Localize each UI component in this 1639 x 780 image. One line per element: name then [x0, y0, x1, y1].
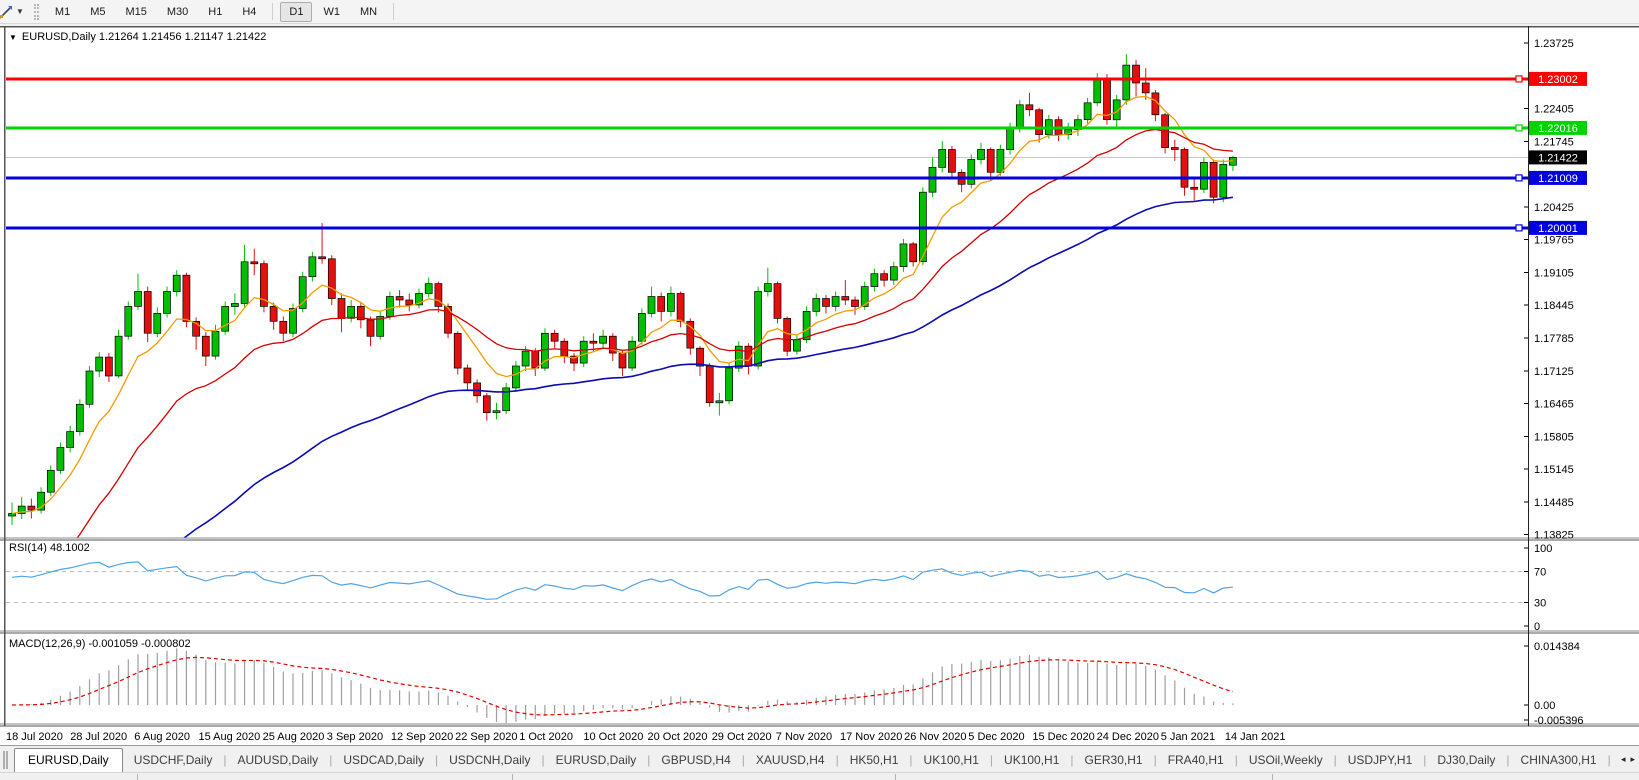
- svg-text:1.19765: 1.19765: [1534, 235, 1574, 247]
- tab-scroll-left-icon[interactable]: ◂: [1621, 754, 1626, 764]
- svg-text:1.17125: 1.17125: [1534, 366, 1574, 378]
- timeframe-buttons: M1M5M15M30H1H4 D1W1MN: [45, 2, 400, 22]
- date-label: 14 Jan 2021: [1225, 731, 1286, 743]
- statusbar-divider: [512, 774, 513, 780]
- date-label: 20 Oct 2020: [648, 731, 708, 743]
- date-label: 1 Oct 2020: [519, 731, 573, 743]
- timeframe-button-d1[interactable]: D1: [280, 2, 312, 22]
- svg-text:30: 30: [1534, 598, 1546, 610]
- date-label: 29 Oct 2020: [712, 731, 772, 743]
- chart-tab-usdjpy-h1[interactable]: USDJPY,H1: [1337, 749, 1423, 772]
- chart-tab-gbpusd-h4[interactable]: GBPUSD,H4: [650, 749, 741, 772]
- chart-tab-xauusd-h4[interactable]: XAUUSD,H4: [745, 749, 836, 772]
- svg-text:1.21745: 1.21745: [1534, 136, 1574, 148]
- line-styles-icon[interactable]: [0, 4, 14, 20]
- chart-tab-ger30-h1[interactable]: GER30,H1: [1074, 749, 1154, 772]
- chart-dropdown-icon[interactable]: ▼: [9, 33, 17, 42]
- timeframe-button-m15[interactable]: M15: [116, 2, 155, 22]
- chart-tab-usoil-weekly[interactable]: USOil,Weekly: [1238, 749, 1334, 772]
- dropdown-caret-icon[interactable]: ▼: [16, 7, 24, 16]
- chart-window[interactable]: 1.23725 1.22405 1.21745 1.20425 1.19765 1.191…: [0, 26, 1639, 745]
- svg-text:1.21422: 1.21422: [1538, 152, 1578, 164]
- svg-text:100: 100: [1534, 543, 1552, 555]
- toolbar-grip[interactable]: [34, 4, 39, 20]
- statusbar-divider: [1272, 774, 1273, 780]
- svg-text:1.19105: 1.19105: [1534, 267, 1574, 279]
- svg-text:1.18445: 1.18445: [1534, 300, 1574, 312]
- timeframe-button-w1[interactable]: W1: [314, 2, 349, 22]
- chart-tab-usdchf-daily[interactable]: USDCHF,Daily: [123, 749, 224, 772]
- tab-scroll-right-icon[interactable]: ▸: [1630, 754, 1635, 764]
- timeframe-button-h4[interactable]: H4: [233, 2, 265, 22]
- date-label: 18 Jul 2020: [6, 731, 63, 743]
- svg-text:70: 70: [1534, 566, 1546, 578]
- chart-tab-audusd-daily[interactable]: AUDUSD,Daily: [227, 749, 330, 772]
- chart-tabs-bar: EURUSD,DailyUSDCHF,Daily|AUDUSD,Daily|US…: [0, 745, 1639, 772]
- date-label: 22 Sep 2020: [455, 731, 517, 743]
- chart-tab-usoil[interactable]: USOil,: [1611, 749, 1619, 772]
- date-label: 24 Dec 2020: [1097, 731, 1159, 743]
- date-label: 5 Jan 2021: [1161, 731, 1215, 743]
- tabbar-grip[interactable]: [3, 751, 8, 769]
- current-price-badge: 1.21422: [1529, 150, 1587, 164]
- chart-tab-fra40-h1[interactable]: FRA40,H1: [1157, 749, 1235, 772]
- chart-background: [0, 26, 1639, 745]
- price-chart-canvas[interactable]: 1.23725 1.22405 1.21745 1.20425 1.19765 1.191…: [0, 26, 1639, 745]
- date-label: 3 Sep 2020: [327, 731, 383, 743]
- timeframe-button-m5[interactable]: M5: [81, 2, 114, 22]
- svg-text:1.16465: 1.16465: [1534, 399, 1574, 411]
- date-label: 28 Jul 2020: [70, 731, 127, 743]
- chart-tab-dj30-daily[interactable]: DJ30,Daily: [1426, 749, 1506, 772]
- date-label: 15 Aug 2020: [199, 731, 261, 743]
- svg-text:1.17785: 1.17785: [1534, 333, 1574, 345]
- svg-text:1.15145: 1.15145: [1534, 464, 1574, 476]
- chart-tab-hk50-h1[interactable]: HK50,H1: [839, 749, 910, 772]
- timeframe-button-mn[interactable]: MN: [351, 2, 386, 22]
- svg-text:1.21009: 1.21009: [1538, 173, 1578, 185]
- svg-text:1.23002: 1.23002: [1538, 74, 1578, 86]
- chart-tab-eurusd-daily[interactable]: EURUSD,Daily: [14, 748, 123, 772]
- svg-text:1.14485: 1.14485: [1534, 497, 1574, 509]
- svg-text:0: 0: [1534, 621, 1540, 633]
- svg-text:0.00: 0.00: [1534, 700, 1555, 712]
- status-bar: [0, 772, 1639, 780]
- svg-text:1.22405: 1.22405: [1534, 104, 1574, 116]
- svg-text:-0.005396: -0.005396: [1534, 715, 1584, 727]
- date-label: 17 Nov 2020: [840, 731, 902, 743]
- timeframe-button-m30[interactable]: M30: [158, 2, 197, 22]
- date-label: 25 Aug 2020: [263, 731, 325, 743]
- date-label: 10 Oct 2020: [583, 731, 643, 743]
- timeframe-button-h1[interactable]: H1: [199, 2, 231, 22]
- svg-text:1.22016: 1.22016: [1538, 123, 1578, 135]
- svg-text:0.014384: 0.014384: [1534, 641, 1580, 653]
- tab-scroll-buttons: ◂ ▸: [1619, 746, 1639, 772]
- date-label: 5 Dec 2020: [968, 731, 1024, 743]
- svg-text:1.13825: 1.13825: [1534, 530, 1574, 542]
- date-label: 15 Dec 2020: [1032, 731, 1094, 743]
- chart-tab-usdcnh-daily[interactable]: USDCNH,Daily: [438, 749, 541, 772]
- chart-tab-eurusd-daily[interactable]: EURUSD,Daily: [545, 749, 648, 772]
- toolbar-separator: [393, 3, 394, 20]
- statusbar-divider: [895, 774, 896, 780]
- chart-tab-uk100-h1[interactable]: UK100,H1: [913, 749, 990, 772]
- timeframe-toolbar: ▼ M1M5M15M30H1H4 D1W1MN: [0, 0, 1639, 24]
- svg-text:1.15805: 1.15805: [1534, 431, 1574, 443]
- chart-tab-uk100-h1[interactable]: UK100,H1: [993, 749, 1070, 772]
- toolbar-separator: [272, 3, 273, 20]
- svg-text:1.20001: 1.20001: [1538, 223, 1578, 235]
- statusbar-divider: [137, 774, 138, 780]
- svg-text:1.20425: 1.20425: [1534, 202, 1574, 214]
- date-label: 26 Nov 2020: [904, 731, 966, 743]
- line-styles-icon-glyph: [0, 5, 13, 19]
- date-label: 12 Sep 2020: [391, 731, 453, 743]
- svg-text:1.23725: 1.23725: [1534, 38, 1574, 50]
- chart-tab-usdcad-daily[interactable]: USDCAD,Daily: [332, 749, 435, 772]
- chart-tabs: EURUSD,DailyUSDCHF,Daily|AUDUSD,Daily|US…: [14, 746, 1619, 772]
- date-label: 7 Nov 2020: [776, 731, 832, 743]
- timeframe-button-m1[interactable]: M1: [46, 2, 79, 22]
- chart-tab-china300-h1[interactable]: CHINA300,H1: [1510, 749, 1608, 772]
- date-label: 6 Aug 2020: [134, 731, 190, 743]
